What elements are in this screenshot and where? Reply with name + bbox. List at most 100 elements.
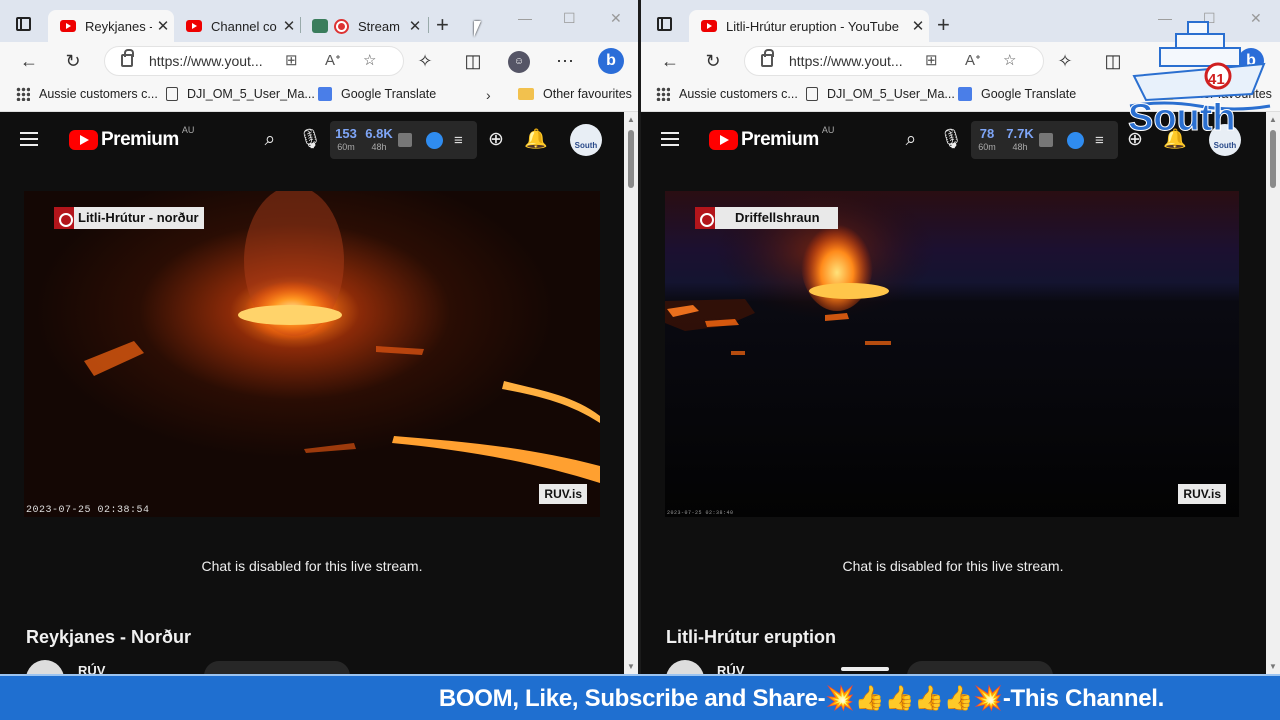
scroll-down-icon[interactable]: ▼ <box>627 662 635 671</box>
bookmark-dji[interactable]: DJI_OM_5_User_Ma... <box>806 87 955 101</box>
tab-title: Litli-Hrútur eruption - YouTube <box>726 18 899 34</box>
scrollbar[interactable]: ▲ ▼ <box>1266 112 1280 674</box>
video-title: Litli-Hrútur eruption <box>666 627 836 647</box>
youtube-logo[interactable]: Premium AU <box>709 125 834 151</box>
video-timestamp: 2023-07-25 02:38:54 <box>26 505 150 516</box>
create-video-icon[interactable]: ⊕ <box>484 128 508 152</box>
tab-title: Channel co <box>211 18 277 34</box>
tab-divider <box>428 17 429 33</box>
ruv-logo-icon <box>695 207 715 229</box>
maximize-icon[interactable]: ☐ <box>563 10 576 27</box>
tab-actions-icon[interactable] <box>16 17 31 31</box>
account-avatar[interactable]: South <box>570 124 602 156</box>
youtube-logo[interactable]: Premium AU <box>69 125 194 151</box>
channel-avatar[interactable] <box>666 660 704 674</box>
document-icon <box>166 87 178 101</box>
subscribe-button[interactable] <box>204 661 350 674</box>
viewers-stat: 153 60m <box>334 126 358 152</box>
tab-bar: Reykjanes - ✕ Channel co ✕ Stream ✕ + — … <box>0 0 638 42</box>
search-icon[interactable]: ⌕ <box>899 128 923 152</box>
tab-stream[interactable]: Stream ✕ <box>300 10 426 42</box>
close-tab-icon[interactable]: ✕ <box>907 17 929 35</box>
bookmark-translate[interactable]: Google Translate <box>318 87 436 101</box>
split-screen-icon[interactable]: ◫ <box>462 50 484 72</box>
hamburger-menu-icon[interactable] <box>20 132 38 146</box>
apps-grid-icon <box>656 87 670 101</box>
eruption-video-frame <box>24 191 600 517</box>
tab-actions-icon[interactable] <box>657 17 672 31</box>
bookmark-other-favourites[interactable]: Other favourites <box>518 87 632 101</box>
refresh-icon[interactable]: ↻ <box>62 50 84 72</box>
eruption-video-frame <box>665 191 1239 517</box>
close-tab-icon[interactable]: ✕ <box>152 17 174 35</box>
scrollbar[interactable]: ▲ ▼ <box>624 112 638 674</box>
address-bar[interactable]: https://www.yout... ⊞ Aᐩ ☆ <box>104 46 404 76</box>
more-menu-icon[interactable]: ⋯ <box>554 50 576 72</box>
tab-channel-content[interactable]: Channel co ✕ <box>174 10 300 42</box>
channel-name[interactable]: RÚV <box>717 663 744 674</box>
microphone-icon[interactable]: 🎙 <box>298 128 322 152</box>
read-aloud-icon[interactable]: Aᐩ <box>965 51 981 69</box>
close-tab-icon[interactable]: ✕ <box>278 17 300 35</box>
extensions-icon[interactable]: ✧ <box>1054 50 1076 72</box>
chat-disabled-message: Chat is disabled for this live stream. <box>842 558 1064 574</box>
app-available-icon[interactable]: ⊞ <box>285 51 298 69</box>
back-icon[interactable]: ← <box>659 50 681 72</box>
back-icon[interactable]: ← <box>18 50 40 72</box>
address-bar[interactable]: https://www.yout... ⊞ Aᐩ ☆ <box>744 46 1044 76</box>
extensions-icon[interactable]: ✧ <box>414 50 436 72</box>
viewers-count: 153 <box>335 126 357 141</box>
new-tab-icon[interactable]: + <box>436 12 449 38</box>
close-tab-icon[interactable]: ✕ <box>404 17 426 35</box>
video-timestamp: 2023-07-25 02:38:40 <box>667 510 734 516</box>
subscribe-button[interactable] <box>907 661 1053 674</box>
channel-name[interactable]: RÚV <box>78 663 105 674</box>
youtube-play-icon <box>69 130 98 150</box>
bookmark-aussie[interactable]: Aussie customers c... <box>16 87 158 101</box>
microphone-icon[interactable]: 🎙 <box>939 128 963 152</box>
channel-avatar[interactable] <box>26 660 64 674</box>
bookmark-label: Aussie customers c... <box>679 87 798 101</box>
notifications-bell-icon[interactable]: 🔔 <box>524 128 548 152</box>
minimize-icon[interactable]: — <box>518 10 532 26</box>
tab-reykjanes[interactable]: Reykjanes - ✕ <box>48 10 174 42</box>
scroll-up-icon[interactable]: ▲ <box>627 115 635 124</box>
close-window-icon[interactable]: ✕ <box>610 10 622 27</box>
search-icon[interactable]: ⌕ <box>258 128 282 152</box>
camera-name: Litli-Hrútur - norður <box>74 207 204 229</box>
stats-extension[interactable]: 78 60m 7.7K 48h ≡ <box>971 121 1118 159</box>
chart-icon[interactable] <box>398 133 412 147</box>
bookmark-translate[interactable]: Google Translate <box>958 87 1076 101</box>
list-icon[interactable]: ≡ <box>1095 132 1104 149</box>
translate-icon <box>318 87 332 101</box>
scroll-thumb[interactable] <box>628 130 634 188</box>
profile-icon[interactable]: ☺ <box>508 51 530 73</box>
video-player[interactable]: Litli-Hrútur - norður RUV.is 2023-07-25 … <box>24 191 600 517</box>
read-aloud-icon[interactable]: Aᐩ <box>325 51 341 69</box>
extension-logo-icon[interactable] <box>426 132 443 149</box>
chart-icon[interactable] <box>1039 133 1053 147</box>
split-screen-icon[interactable]: ◫ <box>1102 50 1124 72</box>
total-period: 48h <box>371 142 387 152</box>
stats-extension[interactable]: 153 60m 6.8K 48h ≡ <box>330 121 477 159</box>
refresh-icon[interactable]: ↻ <box>702 50 724 72</box>
bookmark-dji[interactable]: DJI_OM_5_User_Ma... <box>166 87 315 101</box>
extension-logo-icon[interactable] <box>1067 132 1084 149</box>
viewers-period: 60m <box>978 142 996 152</box>
app-available-icon[interactable]: ⊞ <box>925 51 938 69</box>
tab-title: Stream <box>358 18 400 34</box>
join-button[interactable] <box>841 667 889 671</box>
list-icon[interactable]: ≡ <box>454 132 463 149</box>
scroll-down-icon[interactable]: ▼ <box>1269 662 1277 671</box>
favorite-star-icon[interactable]: ☆ <box>363 51 376 69</box>
new-tab-icon[interactable]: + <box>937 12 950 38</box>
bing-copilot-icon[interactable]: b <box>598 48 624 74</box>
chevron-right-icon[interactable]: › <box>486 87 491 103</box>
favorite-star-icon[interactable]: ☆ <box>1003 51 1016 69</box>
video-player[interactable]: Driffellshraun RUV.is 2023-07-25 02:38:4… <box>665 191 1239 517</box>
total-count: 6.8K <box>365 126 393 141</box>
scroll-thumb[interactable] <box>1270 130 1276 188</box>
tab-litli-hrutur[interactable]: Litli-Hrútur eruption - YouTube ✕ <box>689 10 929 42</box>
bookmark-aussie[interactable]: Aussie customers c... <box>656 87 798 101</box>
hamburger-menu-icon[interactable] <box>661 132 679 146</box>
